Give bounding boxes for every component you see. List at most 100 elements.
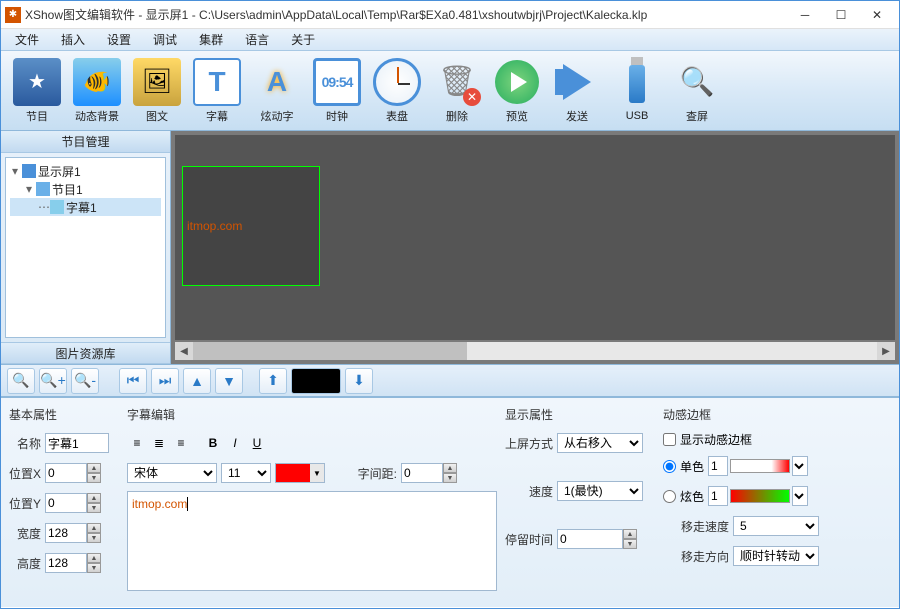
posy-dn[interactable]: ▼ bbox=[87, 503, 101, 513]
color-button[interactable]: ▼ bbox=[275, 463, 325, 483]
tb-digital[interactable]: 时钟 bbox=[307, 55, 367, 127]
dial-clock-icon bbox=[373, 58, 421, 106]
stay-dn[interactable]: ▼ bbox=[623, 539, 637, 549]
menu-lang[interactable]: 语言 bbox=[235, 29, 279, 50]
delete-icon: ✕ bbox=[433, 58, 481, 106]
minimize-button[interactable]: ─ bbox=[787, 4, 823, 26]
show-border-checkbox[interactable] bbox=[663, 433, 676, 446]
multi-spin[interactable] bbox=[708, 486, 728, 506]
menu-file[interactable]: 文件 bbox=[5, 29, 49, 50]
stay-input[interactable] bbox=[557, 529, 623, 549]
stay-up[interactable]: ▲ bbox=[623, 529, 637, 539]
play-icon bbox=[493, 58, 541, 106]
tb-dial[interactable]: 表盘 bbox=[367, 55, 427, 127]
basic-header: 基本属性 bbox=[9, 406, 119, 423]
program-tree: ▾显示屏1 ▾节目1 ⋯字幕1 bbox=[5, 157, 166, 338]
tb-program[interactable]: 节目 bbox=[7, 55, 67, 127]
tree-header: 节目管理 bbox=[1, 131, 170, 153]
h-up[interactable]: ▲ bbox=[87, 553, 101, 563]
tree-program[interactable]: ▾节目1 bbox=[10, 180, 161, 198]
tree-screen[interactable]: ▾显示屏1 bbox=[10, 162, 161, 180]
bottom-button[interactable]: ▼ bbox=[215, 368, 243, 394]
height-input[interactable] bbox=[45, 553, 87, 573]
tree-subtitle[interactable]: ⋯字幕1 bbox=[10, 198, 161, 216]
tb-delete[interactable]: ✕删除 bbox=[427, 55, 487, 127]
tb-send[interactable]: 发送 bbox=[547, 55, 607, 127]
properties-panel: 基本属性 名称 位置X▲▼ 位置Y▲▼ 宽度▲▼ 高度▲▼ 字幕编辑 ≡ ≣ ≡… bbox=[1, 396, 899, 607]
tb-bg[interactable]: 动态背景 bbox=[67, 55, 127, 127]
posx-dn[interactable]: ▼ bbox=[87, 473, 101, 483]
h-scrollbar[interactable]: ◀ ▶ bbox=[175, 342, 895, 360]
font-select[interactable]: 宋体 bbox=[127, 463, 217, 483]
display-header: 显示属性 bbox=[505, 406, 655, 423]
zoom-fit-button[interactable]: 🔍 bbox=[7, 368, 35, 394]
menu-about[interactable]: 关于 bbox=[281, 29, 325, 50]
multi-color-radio[interactable] bbox=[663, 490, 676, 503]
tb-pic[interactable]: 图文 bbox=[127, 55, 187, 127]
name-input[interactable] bbox=[45, 433, 109, 453]
top-button[interactable]: ▲ bbox=[183, 368, 211, 394]
w-dn[interactable]: ▼ bbox=[87, 533, 101, 543]
fx-header: 动感边框 bbox=[663, 406, 891, 423]
size-select[interactable]: 11 bbox=[221, 463, 271, 483]
maximize-button[interactable]: ☐ bbox=[823, 4, 859, 26]
menu-debug[interactable]: 调试 bbox=[143, 29, 187, 50]
tb-cool[interactable]: 炫动字 bbox=[247, 55, 307, 127]
posx-input[interactable] bbox=[45, 463, 87, 483]
italic-button[interactable]: I bbox=[225, 433, 245, 453]
posx-up[interactable]: ▲ bbox=[87, 463, 101, 473]
resource-header[interactable]: 图片资源库 bbox=[1, 342, 170, 364]
display-off-button[interactable] bbox=[291, 368, 341, 394]
sp-up[interactable]: ▲ bbox=[443, 463, 457, 473]
movespd-select[interactable]: 5 bbox=[733, 516, 819, 536]
tb-find[interactable]: 查屏 bbox=[667, 55, 727, 127]
bold-button[interactable]: B bbox=[203, 433, 223, 453]
single-spin[interactable] bbox=[708, 456, 728, 476]
w-up[interactable]: ▲ bbox=[87, 523, 101, 533]
posy-input[interactable] bbox=[45, 493, 87, 513]
scroll-right-icon[interactable]: ▶ bbox=[877, 342, 895, 360]
up-button[interactable]: ⬆ bbox=[259, 368, 287, 394]
scroll-left-icon[interactable]: ◀ bbox=[175, 342, 193, 360]
speed-select[interactable]: 1(最快) bbox=[557, 481, 643, 501]
menu-insert[interactable]: 插入 bbox=[51, 29, 95, 50]
zoom-in-button[interactable]: 🔍+ bbox=[39, 368, 67, 394]
send-icon bbox=[553, 58, 601, 106]
menu-setting[interactable]: 设置 bbox=[97, 29, 141, 50]
mode-select[interactable]: 从右移入 bbox=[557, 433, 643, 453]
tb-subtitle[interactable]: 字幕 bbox=[187, 55, 247, 127]
menu-cluster[interactable]: 集群 bbox=[189, 29, 233, 50]
single-dd[interactable] bbox=[792, 456, 808, 476]
tb-usb[interactable]: USB bbox=[607, 55, 667, 127]
align-center-button[interactable]: ≣ bbox=[149, 433, 169, 453]
underline-button[interactable]: U bbox=[247, 433, 267, 453]
first-button[interactable]: ⏮ bbox=[119, 368, 147, 394]
find-icon bbox=[673, 58, 721, 106]
preview-area: itmop.com ◀ ▶ bbox=[171, 131, 899, 364]
posy-up[interactable]: ▲ bbox=[87, 493, 101, 503]
bg-icon bbox=[73, 58, 121, 106]
last-button[interactable]: ⏭ bbox=[151, 368, 179, 394]
subtitle-edit-header: 字幕编辑 bbox=[127, 406, 497, 423]
digital-clock-icon bbox=[313, 58, 361, 106]
scroll-thumb[interactable] bbox=[193, 342, 467, 360]
spacing-input[interactable] bbox=[401, 463, 443, 483]
zoom-out-button[interactable]: 🔍- bbox=[71, 368, 99, 394]
tb-preview[interactable]: 预览 bbox=[487, 55, 547, 127]
width-input[interactable] bbox=[45, 523, 87, 543]
h-dn[interactable]: ▼ bbox=[87, 563, 101, 573]
subtitle-textarea[interactable]: itmop.com bbox=[127, 491, 497, 591]
align-left-button[interactable]: ≡ bbox=[127, 433, 147, 453]
down-button[interactable]: ⬇ bbox=[345, 368, 373, 394]
align-right-button[interactable]: ≡ bbox=[171, 433, 191, 453]
single-color-radio[interactable] bbox=[663, 460, 676, 473]
movedir-select[interactable]: 顺时针转动 bbox=[733, 546, 819, 566]
subtitle-canvas[interactable]: itmop.com bbox=[182, 166, 320, 286]
control-bar: 🔍 🔍+ 🔍- ⏮ ⏭ ▲ ▼ ⬆ ⬇ bbox=[1, 364, 899, 396]
pic-icon bbox=[133, 58, 181, 106]
close-button[interactable]: ✕ bbox=[859, 4, 895, 26]
app-icon: ✱ bbox=[5, 7, 21, 23]
toolbar: 节目 动态背景 图文 字幕 炫动字 时钟 表盘 ✕删除 预览 发送 USB 查屏 bbox=[1, 51, 899, 131]
multi-dd[interactable] bbox=[792, 486, 808, 506]
sp-dn[interactable]: ▼ bbox=[443, 473, 457, 483]
